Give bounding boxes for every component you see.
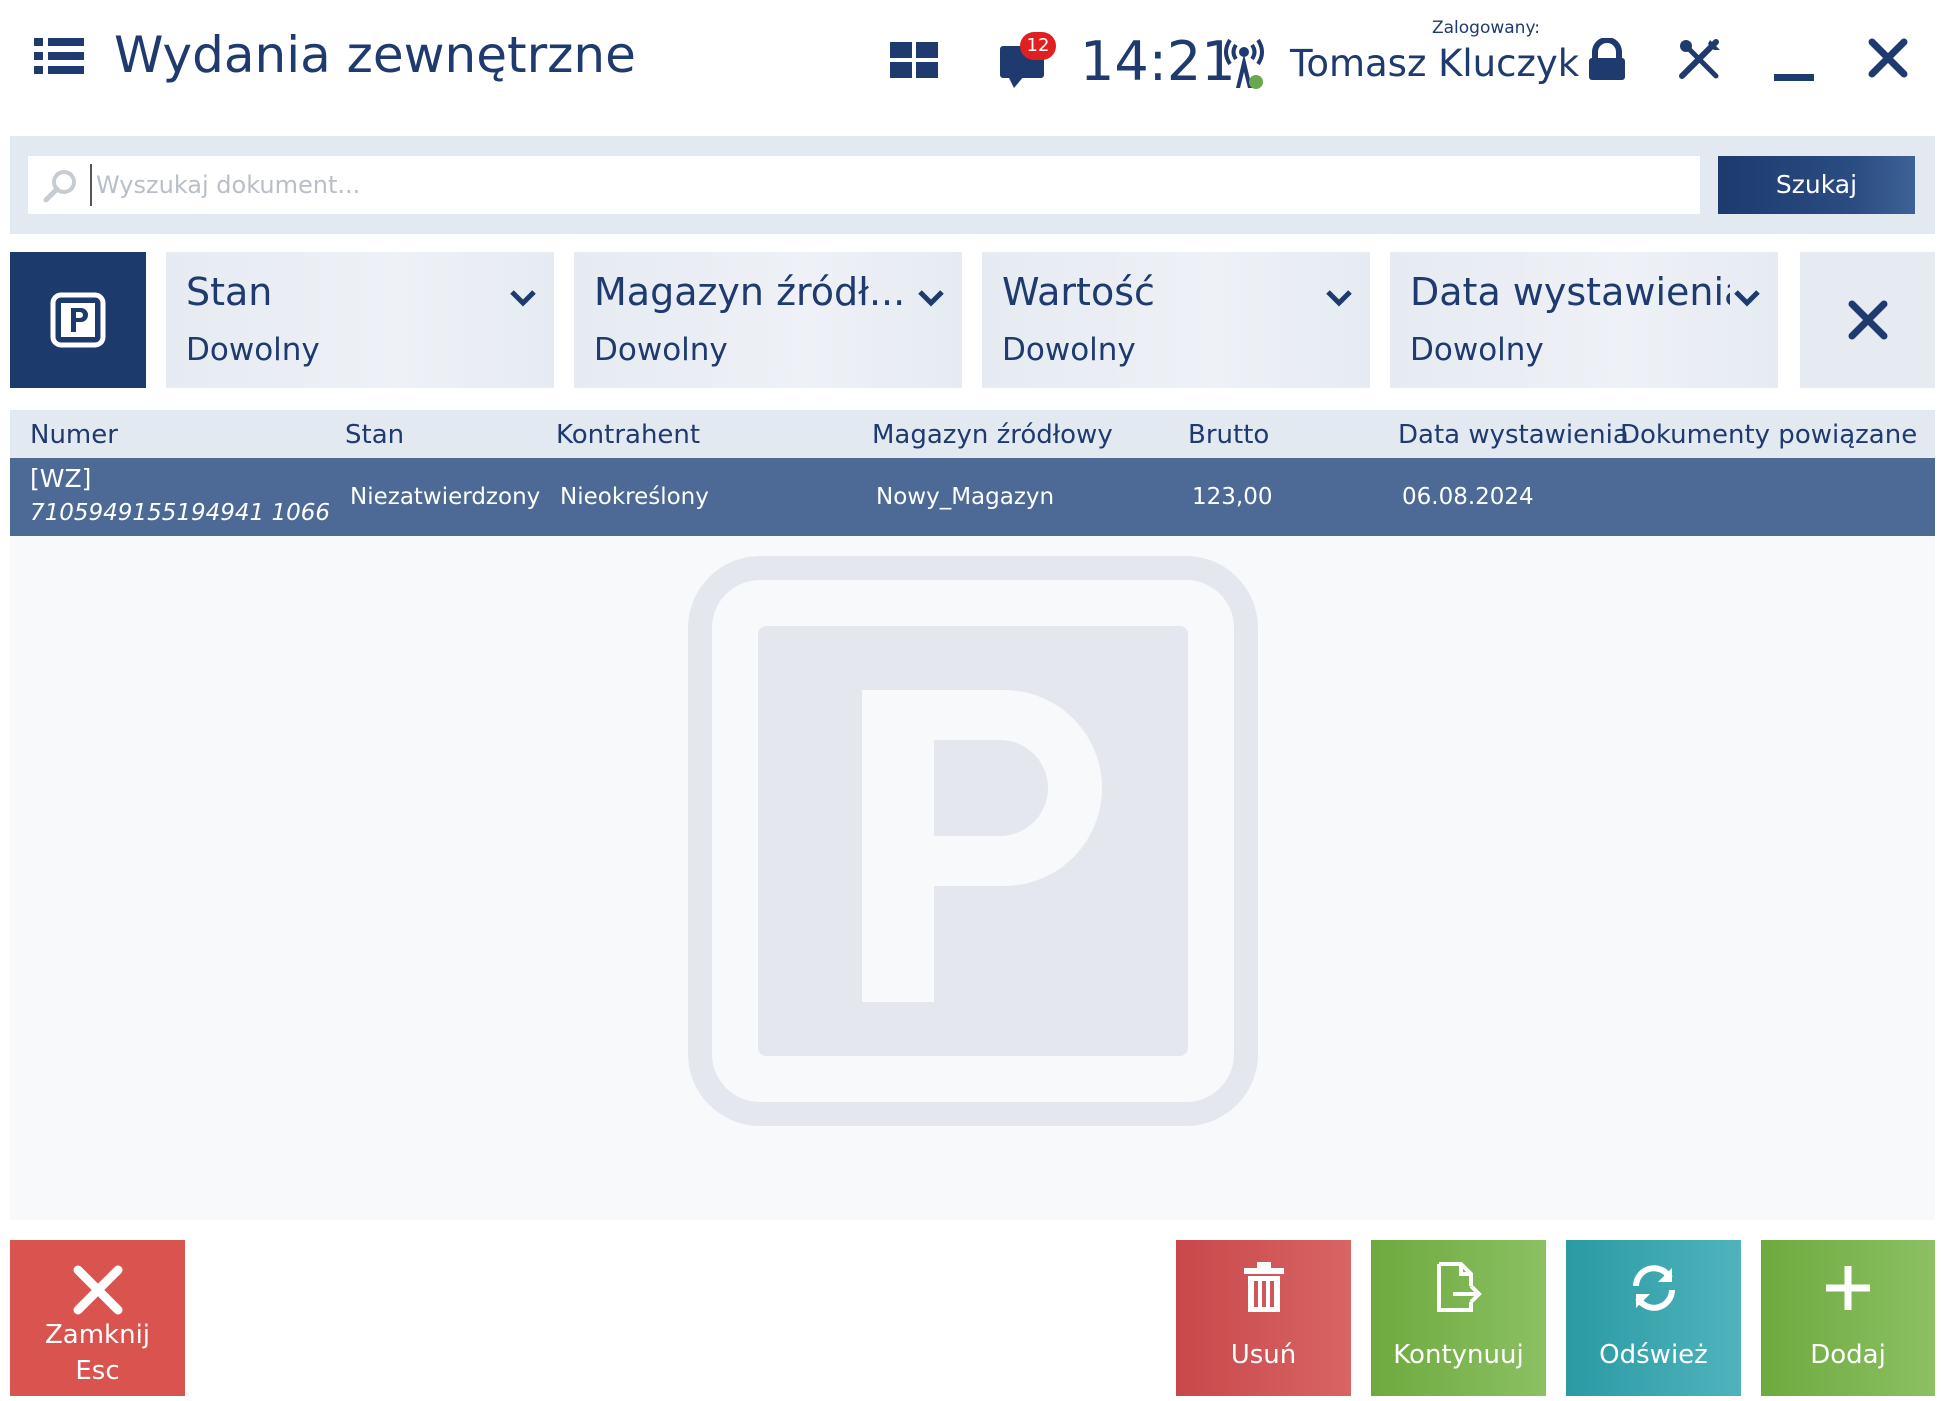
document-state: Niezatwierdzony [350,484,541,510]
filter-label: Stan [186,270,273,314]
close-button[interactable]: Zamknij Esc [10,1240,185,1396]
user-name[interactable]: Tomasz Kluczyk [1290,42,1579,85]
tiles-icon[interactable] [890,42,938,78]
clock: 14:21 [1080,30,1236,93]
document-number: 7105949155194941 1066 [30,500,330,526]
filter-value: Dowolny [1002,332,1136,368]
column-header[interactable]: Stan [345,420,404,450]
document-type: [WZ] [30,464,92,493]
refresh-icon [1633,1265,1675,1311]
close-icon [73,1265,123,1315]
filter-value: Dowolny [1410,332,1544,368]
documents-table: Numer Stan Kontrahent Magazyn źródłowy B… [10,410,1935,1220]
logged-in-label: Zalogowany: [1431,18,1540,38]
parking-watermark-icon [688,556,1258,1126]
add-button-label: Dodaj [1810,1340,1886,1370]
filter-value: Dowolny [186,332,320,368]
parking-filter-button[interactable] [10,252,146,388]
column-header[interactable]: Data wystawienia [1398,420,1629,450]
clear-filters-button[interactable] [1800,252,1935,388]
filter-label: Magazyn źródł... [594,270,906,314]
column-header[interactable]: Numer [30,420,118,450]
refresh-button[interactable]: Odśwież [1566,1240,1741,1396]
table-header: Numer Stan Kontrahent Magazyn źródłowy B… [10,410,1935,458]
search-box [28,156,1700,214]
plus-icon [1826,1266,1870,1310]
continue-button-label: Kontynuuj [1393,1340,1524,1370]
notification-badge: 12 [1020,32,1056,60]
refresh-button-label: Odśwież [1599,1340,1708,1370]
document-gross: 123,00 [1192,484,1273,510]
minimize-icon[interactable] [1772,40,1816,84]
document-date: 06.08.2024 [1402,484,1534,510]
filter-issue-date[interactable]: Data wystawienia Dowolny [1390,252,1778,388]
column-header[interactable]: Magazyn źródłowy [872,420,1113,450]
page-title: Wydania zewnętrzne [114,26,636,84]
filter-label: Wartość [1002,270,1155,314]
filter-source-warehouse[interactable]: Magazyn źródł... Dowolny [574,252,962,388]
column-header[interactable]: Kontrahent [556,420,700,450]
search-input[interactable] [90,164,1680,206]
column-header[interactable]: Brutto [1188,420,1269,450]
parking-icon [50,292,106,348]
document-warehouse: Nowy_Magazyn [876,484,1055,510]
chevron-down-icon [510,290,536,307]
chevron-down-icon [1734,290,1760,307]
document-export-icon [1437,1262,1482,1312]
lock-icon[interactable] [1585,37,1629,82]
delete-button-label: Usuń [1230,1340,1297,1370]
delete-button[interactable]: Usuń [1176,1240,1351,1396]
filter-value-amount[interactable]: Wartość Dowolny [982,252,1370,388]
filters-bar: Stan Dowolny Magazyn źródł... Dowolny Wa… [0,252,1941,390]
table-row[interactable]: [WZ] 7105949155194941 1066 Niezatwierdzo… [10,458,1935,536]
close-button-shortcut: Esc [75,1356,120,1386]
close-button-label: Zamknij [44,1320,151,1350]
close-icon[interactable] [1866,36,1910,80]
app-header: Wydania zewnętrzne 12 14:21 Zalogowany: … [0,0,1941,130]
chevron-down-icon [918,290,944,307]
filter-state[interactable]: Stan Dowolny [166,252,554,388]
column-header[interactable]: Dokumenty powiązane [1620,420,1917,450]
close-icon [1848,300,1888,340]
search-button[interactable]: Szukaj [1718,156,1915,214]
filter-label: Data wystawienia [1410,270,1730,314]
document-contractor: Nieokreślony [560,484,709,510]
chevron-down-icon [1326,290,1352,307]
continue-button[interactable]: Kontynuuj [1371,1240,1546,1396]
search-panel: Szukaj [10,136,1935,234]
trash-icon [1244,1262,1284,1312]
signal-icon [1220,32,1272,92]
search-icon [42,168,78,204]
tools-icon[interactable] [1676,36,1722,82]
menu-icon[interactable] [34,38,84,78]
filter-value: Dowolny [594,332,728,368]
add-button[interactable]: Dodaj [1761,1240,1935,1396]
